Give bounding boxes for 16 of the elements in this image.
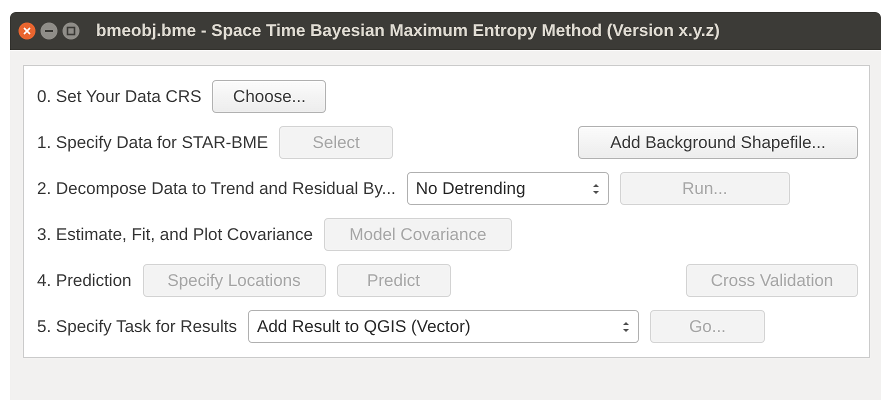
dropdown-select[interactable]: Add Result to QGIS (Vector): [248, 310, 639, 343]
push-button[interactable]: Add Background Shapefile...: [578, 126, 858, 159]
step-label: 4. Prediction: [37, 270, 132, 292]
minimize-icon[interactable]: [40, 22, 58, 40]
step-label: 5. Specify Task for Results: [37, 316, 237, 338]
step-label: 2. Decompose Data to Trend and Residual By...: [37, 178, 396, 200]
step-label: 1. Specify Data for STAR-BME: [37, 132, 268, 154]
push-button[interactable]: Choose...: [212, 80, 326, 113]
step-label: 3. Estimate, Fit, and Plot Covariance: [37, 224, 313, 246]
dropdown-select[interactable]: No Detrending: [406, 172, 609, 205]
close-icon[interactable]: [18, 22, 36, 40]
step-label: 0. Set Your Data CRS: [37, 86, 202, 108]
up-down-arrows-icon: [622, 320, 630, 334]
window-title: bmeobj.bme - Space Time Bayesian Maximum Entropy Method (Version x.y.z): [96, 20, 720, 42]
maximize-icon[interactable]: [62, 22, 80, 40]
up-down-arrows-icon: [592, 182, 600, 196]
